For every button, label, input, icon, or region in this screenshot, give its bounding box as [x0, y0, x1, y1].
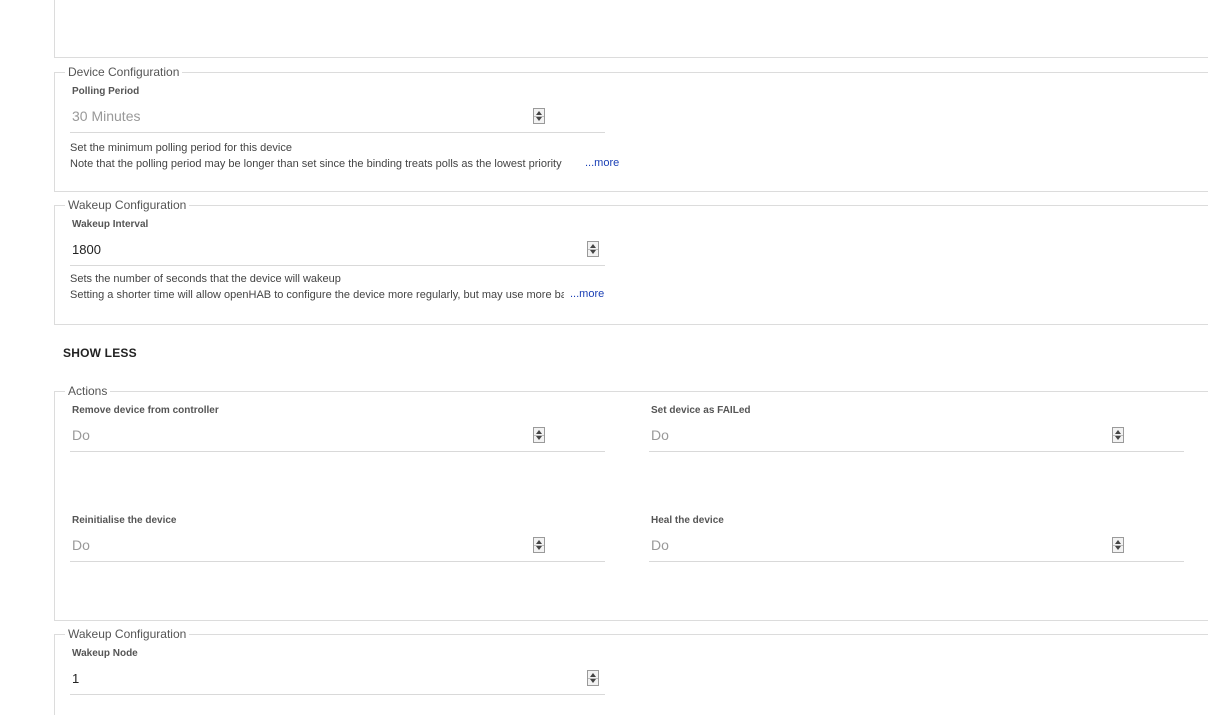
- wakeup-node-field: Wakeup Node 1: [70, 648, 605, 708]
- show-less-button[interactable]: SHOW LESS: [63, 346, 137, 360]
- spinner-up-icon: [1115, 430, 1121, 434]
- heal-spinner[interactable]: [1112, 537, 1124, 553]
- spinner-down-icon: [590, 250, 596, 254]
- polling-period-select[interactable]: 30 Minutes: [70, 106, 605, 133]
- set-failed-field: Set device as FAILed Do: [649, 405, 1184, 465]
- polling-period-spinner[interactable]: [533, 108, 545, 124]
- heal-value: Do: [651, 537, 669, 553]
- reinitialise-label: Reinitialise the device: [72, 515, 177, 526]
- spinner-up-icon: [536, 540, 542, 544]
- actions-legend: Actions: [65, 384, 111, 398]
- spinner-up-icon: [590, 673, 596, 677]
- spinner-down-icon: [1115, 546, 1121, 550]
- reinitialise-spinner[interactable]: [533, 537, 545, 553]
- wakeup-interval-value: 1800: [72, 242, 101, 257]
- wakeup-interval-spinner[interactable]: [587, 241, 599, 257]
- polling-period-label: Polling Period: [72, 86, 140, 97]
- set-failed-value: Do: [651, 427, 669, 443]
- spinner-down-icon: [1115, 436, 1121, 440]
- remove-device-field: Remove device from controller Do: [70, 405, 605, 465]
- wakeup-configuration-2-legend: Wakeup Configuration: [65, 627, 190, 641]
- heal-select[interactable]: Do: [649, 535, 1184, 562]
- wakeup-interval-field: Wakeup Interval 1800: [70, 219, 605, 279]
- remove-device-label: Remove device from controller: [72, 405, 219, 416]
- spinner-up-icon: [536, 430, 542, 434]
- reinitialise-value: Do: [72, 537, 90, 553]
- spinner-down-icon: [536, 546, 542, 550]
- polling-period-value: 30 Minutes: [72, 108, 141, 124]
- actions-fieldset: Actions Remove device from controller Do…: [54, 384, 1208, 621]
- wakeup-node-input[interactable]: 1: [70, 668, 605, 695]
- spinner-down-icon: [590, 679, 596, 683]
- polling-period-description-line1: Set the minimum polling period for this …: [70, 142, 292, 154]
- reinitialise-select[interactable]: Do: [70, 535, 605, 562]
- device-configuration-fieldset: Device Configuration Polling Period 30 M…: [54, 65, 1208, 192]
- wakeup-node-label: Wakeup Node: [72, 648, 138, 659]
- spinner-down-icon: [536, 117, 542, 121]
- wakeup-interval-more-link[interactable]: ...more: [570, 288, 604, 300]
- previous-section-fieldset: [54, 0, 1208, 58]
- wakeup-interval-description-line1: Sets the number of seconds that the devi…: [70, 273, 341, 285]
- spinner-down-icon: [536, 436, 542, 440]
- wakeup-node-value: 1: [72, 671, 80, 686]
- set-failed-label: Set device as FAILed: [651, 405, 751, 416]
- wakeup-interval-input[interactable]: 1800: [70, 239, 605, 266]
- wakeup-configuration-legend: Wakeup Configuration: [65, 198, 190, 212]
- remove-device-value: Do: [72, 427, 90, 443]
- wakeup-interval-description-line2: Setting a shorter time will allow openHA…: [70, 289, 564, 301]
- wakeup-configuration-fieldset: Wakeup Configuration Wakeup Interval 180…: [54, 198, 1208, 325]
- remove-device-spinner[interactable]: [533, 427, 545, 443]
- spinner-up-icon: [1115, 540, 1121, 544]
- remove-device-select[interactable]: Do: [70, 425, 605, 452]
- polling-period-description: Set the minimum polling period for this …: [70, 140, 562, 170]
- set-failed-select[interactable]: Do: [649, 425, 1184, 452]
- polling-period-description-line2: Note that the polling period may be long…: [70, 158, 562, 170]
- wakeup-node-spinner[interactable]: [587, 670, 599, 686]
- polling-period-field: Polling Period 30 Minutes: [70, 86, 605, 146]
- heal-field: Heal the device Do: [649, 515, 1184, 575]
- wakeup-interval-label: Wakeup Interval: [72, 219, 149, 230]
- heal-label: Heal the device: [651, 515, 724, 526]
- wakeup-interval-description: Sets the number of seconds that the devi…: [70, 271, 564, 301]
- device-configuration-legend: Device Configuration: [65, 65, 183, 79]
- wakeup-configuration-2-fieldset: Wakeup Configuration Wakeup Node 1: [54, 627, 1208, 715]
- spinner-up-icon: [536, 111, 542, 115]
- polling-period-more-link[interactable]: ...more: [585, 157, 619, 169]
- spinner-up-icon: [590, 244, 596, 248]
- set-failed-spinner[interactable]: [1112, 427, 1124, 443]
- reinitialise-field: Reinitialise the device Do: [70, 515, 605, 575]
